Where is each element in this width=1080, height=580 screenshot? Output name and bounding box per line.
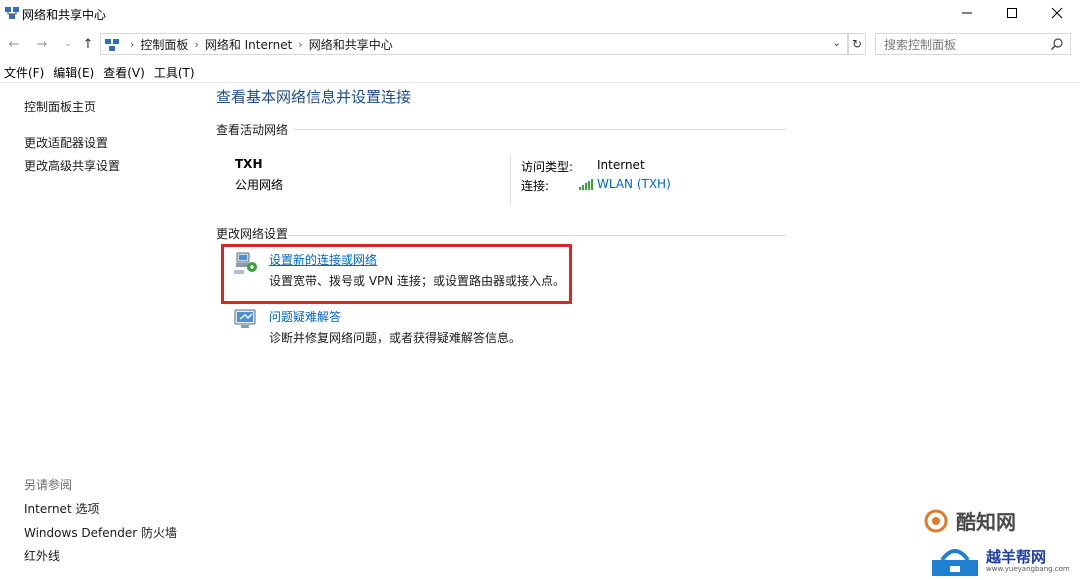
menu-edit[interactable]: 编辑(E) — [49, 64, 99, 82]
minimize-button[interactable] — [944, 0, 990, 26]
sidebar-change-adapter-settings[interactable]: 更改适配器设置 — [24, 134, 108, 151]
watermark-badge-icon — [932, 549, 978, 576]
breadcrumb-chevron-icon: › — [298, 37, 303, 51]
title-bar — [0, 0, 1080, 28]
page-title: 查看基本网络信息并设置连接 — [216, 88, 412, 106]
troubleshoot-icon — [234, 309, 256, 328]
close-icon — [1051, 7, 1063, 19]
breadcrumb-control-panel[interactable]: 控制面板 — [140, 36, 188, 53]
network-center-icon — [4, 5, 20, 21]
watermark-text: 酷知网 — [956, 510, 1016, 534]
breadcrumb-chevron-icon: › — [194, 37, 199, 51]
active-networks-heading: 查看活动网络 — [216, 123, 289, 137]
access-type-value: Internet — [597, 158, 645, 172]
search-icon[interactable] — [1050, 37, 1064, 51]
up-icon[interactable]: ↑ — [80, 36, 96, 52]
setup-new-connection-desc: 设置宽带、拨号或 VPN 连接；或设置路由器或接入点。 — [269, 274, 566, 288]
menu-tools[interactable]: 工具(T) — [150, 64, 200, 82]
control-panel-icon — [104, 37, 120, 53]
sidebar-change-advanced-sharing[interactable]: 更改高级共享设置 — [24, 157, 120, 174]
menu-view[interactable]: 查看(V) — [99, 64, 150, 82]
new-connection-icon — [234, 252, 257, 274]
see-also-defender-firewall[interactable]: Windows Defender 防火墙 — [24, 524, 177, 541]
minimize-icon — [962, 12, 972, 14]
connection-link[interactable]: WLAN (TXH) — [597, 177, 671, 191]
wifi-signal-icon — [579, 179, 593, 190]
refresh-button[interactable]: ↻ — [848, 33, 866, 55]
search-input[interactable] — [882, 36, 1046, 54]
see-also-heading: 另请参阅 — [24, 478, 73, 492]
menu-bar: 文件(F) 编辑(E) 查看(V) 工具(T) — [0, 64, 200, 82]
refresh-icon: ↻ — [851, 37, 863, 51]
section-divider — [288, 235, 786, 236]
search-box[interactable] — [875, 33, 1071, 55]
breadcrumb-chevron-icon: › — [130, 37, 135, 51]
window-title: 网络和共享中心 — [22, 8, 107, 22]
recent-dropdown-icon[interactable]: ⌄ — [60, 36, 76, 52]
breadcrumb-network-center[interactable]: 网络和共享中心 — [309, 36, 393, 53]
watermark-url: www.yueyangbang.com — [986, 565, 1070, 573]
maximize-button[interactable] — [989, 0, 1035, 26]
breadcrumb: › 控制面板 › 网络和 Internet › 网络和共享中心 — [124, 35, 393, 53]
back-icon[interactable]: ← — [6, 36, 22, 52]
troubleshoot-link[interactable]: 问题疑难解答 — [269, 308, 341, 325]
network-name: TXH — [235, 157, 263, 171]
address-dropdown-icon[interactable]: ⌄ — [832, 36, 841, 49]
access-type-label: 访问类型: — [521, 160, 574, 174]
menu-file[interactable]: 文件(F) — [0, 64, 49, 82]
watermark-logo-icon — [924, 509, 948, 533]
maximize-icon — [1007, 8, 1017, 18]
network-divider — [510, 156, 511, 205]
troubleshoot-desc: 诊断并修复网络问题，或者获得疑难解答信息。 — [269, 331, 522, 345]
see-also-infrared[interactable]: 红外线 — [24, 547, 60, 564]
change-settings-heading: 更改网络设置 — [216, 227, 289, 241]
watermark-text-2: 越羊帮网 — [986, 548, 1047, 566]
breadcrumb-network-internet[interactable]: 网络和 Internet — [205, 36, 292, 53]
sidebar-control-panel-home[interactable]: 控制面板主页 — [24, 98, 96, 115]
see-also-internet-options[interactable]: Internet 选项 — [24, 500, 99, 517]
connection-label: 连接: — [521, 179, 550, 193]
setup-new-connection-link[interactable]: 设置新的连接或网络 — [269, 251, 377, 268]
close-button[interactable] — [1034, 0, 1080, 26]
menu-divider — [0, 82, 1080, 83]
section-divider — [294, 129, 786, 130]
network-category: 公用网络 — [235, 178, 284, 192]
forward-icon[interactable]: → — [34, 36, 50, 52]
